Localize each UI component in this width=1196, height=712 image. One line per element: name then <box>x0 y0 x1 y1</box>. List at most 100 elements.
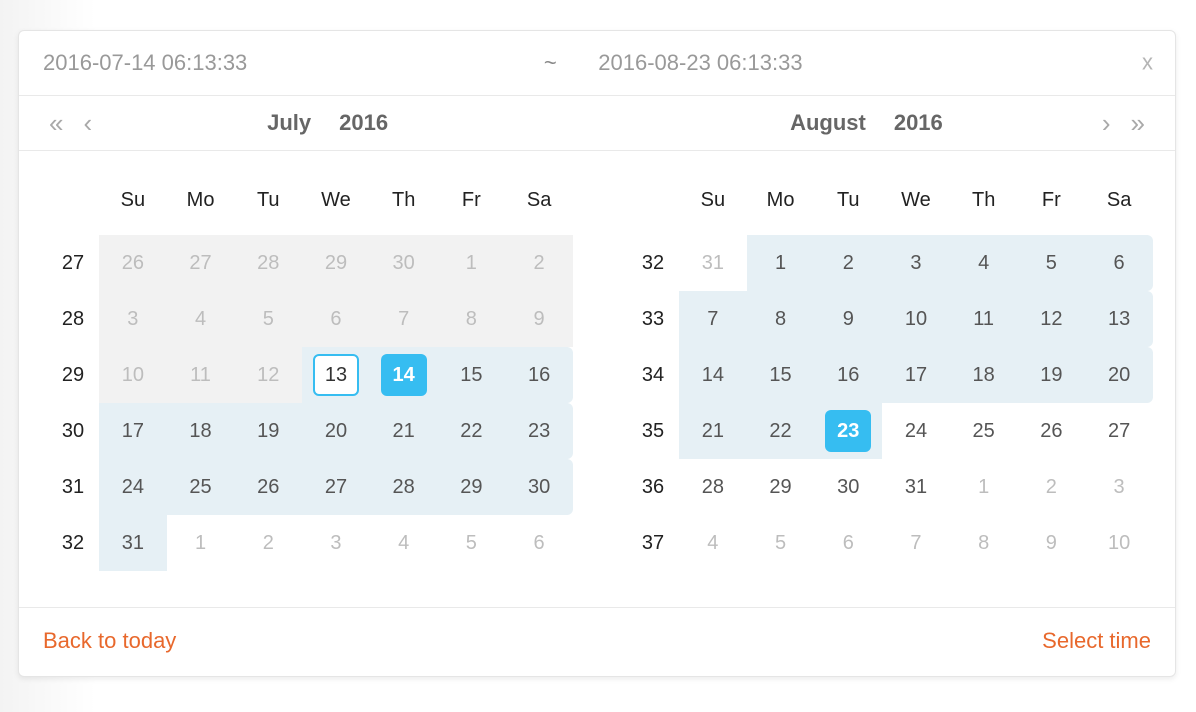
day-cell[interactable]: 9 <box>1028 522 1074 564</box>
day-td[interactable]: 6 <box>814 515 882 571</box>
day-cell[interactable]: 12 <box>245 354 291 396</box>
day-cell[interactable]: 2 <box>516 242 562 284</box>
day-td[interactable]: 2 <box>814 235 882 291</box>
day-cell[interactable]: 6 <box>313 298 359 340</box>
day-td[interactable]: 16 <box>505 347 573 403</box>
day-cell[interactable]: 5 <box>245 298 291 340</box>
day-td[interactable]: 14 <box>370 347 438 403</box>
day-cell[interactable]: 7 <box>893 522 939 564</box>
start-date-input[interactable] <box>41 49 530 77</box>
day-cell[interactable]: 7 <box>690 298 736 340</box>
day-td[interactable]: 21 <box>370 403 438 459</box>
day-cell[interactable]: 1 <box>758 242 804 284</box>
day-cell[interactable]: 8 <box>448 298 494 340</box>
day-cell[interactable]: 26 <box>245 466 291 508</box>
day-td[interactable]: 5 <box>1018 235 1086 291</box>
back-to-today-button[interactable]: Back to today <box>43 628 176 654</box>
day-cell[interactable]: 31 <box>893 466 939 508</box>
day-cell[interactable]: 2 <box>1028 466 1074 508</box>
left-year[interactable]: 2016 <box>339 110 388 136</box>
day-cell[interactable]: 26 <box>110 242 156 284</box>
day-td[interactable]: 9 <box>1018 515 1086 571</box>
day-cell[interactable]: 13 <box>1096 298 1142 340</box>
day-td[interactable]: 12 <box>1018 291 1086 347</box>
day-cell[interactable]: 24 <box>110 466 156 508</box>
day-td[interactable]: 11 <box>950 291 1018 347</box>
day-td[interactable]: 27 <box>302 459 370 515</box>
day-td[interactable]: 30 <box>370 235 438 291</box>
day-td[interactable]: 24 <box>99 459 167 515</box>
day-td[interactable]: 5 <box>747 515 815 571</box>
day-td[interactable]: 3 <box>99 291 167 347</box>
day-cell[interactable]: 5 <box>1028 242 1074 284</box>
day-cell[interactable]: 13 <box>313 354 359 396</box>
day-cell[interactable]: 27 <box>1096 410 1142 452</box>
day-cell[interactable]: 10 <box>893 298 939 340</box>
end-date-input[interactable] <box>596 49 1085 77</box>
day-td[interactable]: 12 <box>234 347 302 403</box>
day-td[interactable]: 27 <box>167 235 235 291</box>
day-td[interactable]: 30 <box>814 459 882 515</box>
day-cell[interactable]: 17 <box>110 410 156 452</box>
day-td[interactable]: 2 <box>234 515 302 571</box>
day-cell[interactable]: 27 <box>313 466 359 508</box>
day-td[interactable]: 4 <box>167 291 235 347</box>
day-cell[interactable]: 10 <box>1096 522 1142 564</box>
day-td[interactable]: 16 <box>814 347 882 403</box>
day-cell[interactable]: 5 <box>758 522 804 564</box>
day-cell[interactable]: 6 <box>1096 242 1142 284</box>
day-cell[interactable]: 1 <box>448 242 494 284</box>
day-td[interactable]: 23 <box>505 403 573 459</box>
day-td[interactable]: 25 <box>167 459 235 515</box>
day-td[interactable]: 15 <box>438 347 506 403</box>
day-td[interactable]: 9 <box>814 291 882 347</box>
day-cell[interactable]: 3 <box>110 298 156 340</box>
day-td[interactable]: 6 <box>505 515 573 571</box>
day-cell[interactable]: 16 <box>825 354 871 396</box>
day-cell[interactable]: 3 <box>1096 466 1142 508</box>
day-td[interactable]: 17 <box>882 347 950 403</box>
day-td[interactable]: 1 <box>438 235 506 291</box>
day-cell[interactable]: 15 <box>448 354 494 396</box>
day-cell[interactable]: 17 <box>893 354 939 396</box>
day-cell[interactable]: 19 <box>1028 354 1074 396</box>
left-month-name[interactable]: July <box>267 110 311 136</box>
day-td[interactable]: 21 <box>679 403 747 459</box>
day-cell[interactable]: 6 <box>516 522 562 564</box>
day-td[interactable]: 3 <box>882 235 950 291</box>
day-cell[interactable]: 15 <box>758 354 804 396</box>
day-cell[interactable]: 4 <box>690 522 736 564</box>
day-cell[interactable]: 20 <box>313 410 359 452</box>
day-cell[interactable]: 16 <box>516 354 562 396</box>
day-cell[interactable]: 19 <box>245 410 291 452</box>
day-cell[interactable]: 22 <box>758 410 804 452</box>
day-cell[interactable]: 30 <box>516 466 562 508</box>
right-month-label[interactable]: August 2016 <box>790 110 943 136</box>
day-td[interactable]: 2 <box>1018 459 1086 515</box>
day-cell[interactable]: 3 <box>313 522 359 564</box>
day-cell[interactable]: 29 <box>448 466 494 508</box>
day-cell[interactable]: 28 <box>690 466 736 508</box>
day-td[interactable]: 9 <box>505 291 573 347</box>
day-td[interactable]: 1 <box>747 235 815 291</box>
day-cell[interactable]: 27 <box>178 242 224 284</box>
day-td[interactable]: 18 <box>167 403 235 459</box>
close-icon[interactable]: x <box>1142 49 1153 75</box>
day-cell[interactable]: 18 <box>961 354 1007 396</box>
day-cell[interactable]: 9 <box>825 298 871 340</box>
day-cell[interactable]: 8 <box>961 522 1007 564</box>
day-cell[interactable]: 4 <box>381 522 427 564</box>
day-cell[interactable]: 2 <box>825 242 871 284</box>
day-td[interactable]: 3 <box>1085 459 1153 515</box>
next-year-button[interactable]: » <box>1125 110 1151 136</box>
day-cell[interactable]: 11 <box>178 354 224 396</box>
day-cell[interactable]: 7 <box>381 298 427 340</box>
day-td[interactable]: 4 <box>679 515 747 571</box>
day-td[interactable]: 22 <box>747 403 815 459</box>
day-cell[interactable]: 20 <box>1096 354 1142 396</box>
day-cell[interactable]: 31 <box>690 242 736 284</box>
day-td[interactable]: 26 <box>1018 403 1086 459</box>
day-td[interactable]: 18 <box>950 347 1018 403</box>
day-cell[interactable]: 1 <box>178 522 224 564</box>
day-td[interactable]: 30 <box>505 459 573 515</box>
